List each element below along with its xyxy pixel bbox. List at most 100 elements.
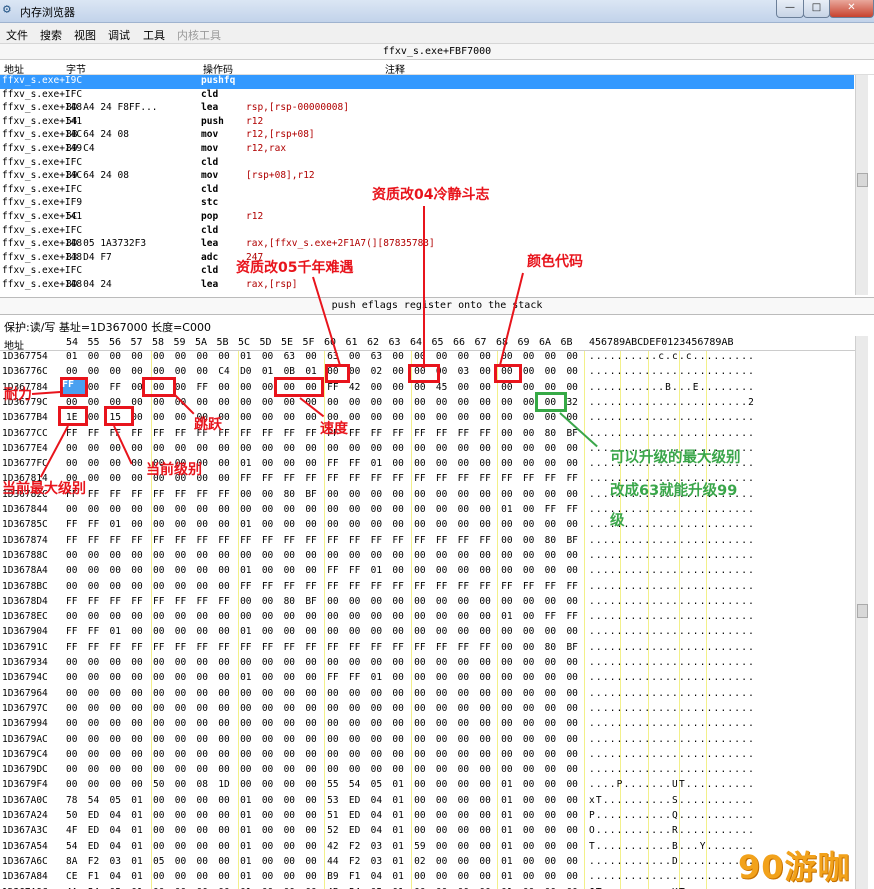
hex-row-bytes[interactable]: 00 00 00 00 00 00 00 00 00 00 00 00 00 0… [66, 688, 578, 699]
hex-row-bytes[interactable]: 00 00 00 00 00 00 00 00 01 00 00 00 FF F… [66, 565, 578, 576]
header-bytes[interactable]: 字节 [66, 61, 86, 76]
hex-row-bytes[interactable]: 00 00 00 00 50 00 08 1D 00 00 00 00 55 5… [66, 779, 578, 790]
hex-row-ascii[interactable]: ........................ [589, 734, 755, 745]
hex-row-ascii[interactable]: ...........B...E........ [589, 382, 755, 393]
hex-row-bytes[interactable]: FF FF FF FF FF FF FF FF 00 00 80 BF 00 0… [66, 489, 578, 500]
hex-row-ascii[interactable]: T...........B...Y....... [589, 841, 755, 852]
hex-row[interactable]: 1D3679AC 00 00 00 00 00 00 00 00 00 00 00… [0, 734, 862, 749]
hex-row[interactable]: 1D367964 00 00 00 00 00 00 00 00 00 00 00… [0, 688, 862, 703]
hex-row-ascii[interactable]: ........................ [589, 642, 755, 653]
hex-row[interactable]: 1D367934 00 00 00 00 00 00 00 00 00 00 00… [0, 657, 862, 672]
hex-row-bytes[interactable]: FF FF 01 00 00 00 00 00 01 00 00 00 00 0… [66, 519, 578, 530]
close-button[interactable]: ✕ [829, 0, 874, 18]
hex-row-bytes[interactable]: 00 00 00 00 00 00 00 00 00 00 00 00 00 0… [66, 611, 578, 622]
hex-row-ascii[interactable]: ........................ [589, 688, 755, 699]
hex-row-ascii[interactable]: ........................ [589, 535, 755, 546]
hex-row-ascii[interactable]: ............D........... [589, 856, 755, 867]
hex-row-bytes[interactable]: 00 00 00 00 00 00 00 00 FF FF FF FF FF F… [66, 581, 578, 592]
hex-row[interactable]: 1D367784 00 00 FF 00 00 00 FF 00 00 00 00… [0, 382, 862, 397]
hex-row-bytes[interactable]: FF FF FF FF FF FF FF FF FF FF FF FF FF F… [66, 642, 578, 653]
hex-row[interactable]: 1D3677CC FF FF FF FF FF FF FF FF FF FF FF… [0, 428, 862, 443]
hex-row-ascii[interactable]: ........................ [589, 703, 755, 714]
hex-row[interactable]: 1D367994 00 00 00 00 00 00 00 00 00 00 00… [0, 718, 862, 733]
disassembly-row[interactable]: ffxv_s.exe+I4C 8B 64 24 08 mov r12,[rsp+08] [0, 129, 854, 143]
hex-row-ascii[interactable]: ........................ [589, 366, 755, 377]
hex-row-ascii[interactable]: ....P.......UT.......... [589, 779, 755, 790]
hex-row-bytes[interactable]: 4F ED 04 01 00 00 00 00 01 00 00 00 52 E… [66, 825, 578, 836]
disassembler-scrollbar[interactable] [855, 75, 868, 295]
hex-row[interactable]: 1D367A6C 8A F2 03 01 05 00 00 00 01 00 00… [0, 856, 862, 871]
disassembly-row[interactable]: ffxv_s.exe+IFC cld [0, 89, 854, 103]
hex-row[interactable]: 1D367844 00 00 00 00 00 00 00 00 00 00 00… [0, 504, 862, 519]
hex-row-bytes[interactable]: 00 00 00 00 00 00 00 00 01 00 00 00 FF F… [66, 458, 578, 469]
hex-row-ascii[interactable]: ........................ [589, 672, 755, 683]
disassembly-row[interactable]: ffxv_s.exe+I41 5C pop r12 [0, 211, 854, 225]
menu-debug[interactable]: 调试 [108, 27, 130, 43]
menu-view[interactable]: 视图 [74, 27, 96, 43]
header-comment[interactable]: 注释 [385, 61, 405, 76]
hex-row[interactable]: 1D3679F4 00 00 00 00 50 00 08 1D 00 00 00… [0, 779, 862, 794]
disassembly-row[interactable]: ffxv_s.exe+IFC cld [0, 225, 854, 239]
minimize-button[interactable]: — [776, 0, 804, 18]
hex-row[interactable]: 1D36794C 00 00 00 00 00 00 00 00 01 00 00… [0, 672, 862, 687]
hex-row-bytes[interactable]: 00 00 00 00 00 00 00 00 00 00 00 00 00 0… [66, 397, 578, 408]
hex-row-bytes[interactable]: 00 00 00 00 00 00 00 00 00 00 00 00 00 0… [66, 734, 578, 745]
hex-row-bytes[interactable]: 00 00 00 00 00 00 00 00 FF FF FF FF FF F… [66, 473, 578, 484]
hex-row-ascii[interactable]: ........................ [589, 871, 755, 882]
hex-row-ascii[interactable]: ........................ [589, 626, 755, 637]
hex-row-bytes[interactable]: 00 00 00 00 00 00 00 00 01 00 00 00 FF F… [66, 672, 578, 683]
hex-row-ascii[interactable]: ........................ [589, 581, 755, 592]
hex-row[interactable]: 1D3678EC 00 00 00 00 00 00 00 00 00 00 00… [0, 611, 862, 626]
disassembly-row[interactable]: ffxv_s.exe+I41 54 push r12 [0, 116, 854, 130]
disassembly-row[interactable]: ffxv_s.exe+I4C 89 64 24 08 mov [rsp+08],r12 [0, 170, 854, 184]
disassembly-row[interactable]: ffxv_s.exe+IFC cld [0, 265, 854, 279]
disassembly-row[interactable]: ffxv_s.exe+I49 89 C4 mov r12,rax [0, 143, 854, 157]
disassembly-row[interactable]: ffxv_s.exe+IFC cld [0, 157, 854, 171]
hex-row[interactable]: 1D3679DC 00 00 00 00 00 00 00 00 00 00 00… [0, 764, 862, 779]
hex-row[interactable]: 1D367874 FF FF FF FF FF FF FF FF FF FF FF… [0, 535, 862, 550]
hex-row-ascii[interactable]: P...........Q........... [589, 810, 755, 821]
hex-row-bytes[interactable]: 00 00 00 00 00 00 00 00 00 00 00 00 00 0… [66, 657, 578, 668]
hex-row-ascii[interactable]: ........................ [589, 596, 755, 607]
disassembly-row[interactable]: ffxv_s.exe+I48 8D 04 24 lea rax,[rsp] [0, 279, 854, 293]
hex-row-ascii[interactable]: ........................ [589, 611, 755, 622]
hex-row-ascii[interactable]: .......................2 [589, 397, 755, 408]
disassembly-row[interactable]: ffxv_s.exe+I48 8D A4 24 F8FF... lea rsp,[rs… [0, 102, 854, 116]
hex-row[interactable]: 1D3678D4 FF FF FF FF FF FF FF FF 00 00 80… [0, 596, 862, 611]
hex-row[interactable]: 1D36788C 00 00 00 00 00 00 00 00 00 00 00… [0, 550, 862, 565]
hex-row-ascii[interactable]: ........................ [589, 428, 755, 439]
hex-row-ascii[interactable]: O...........R........... [589, 825, 755, 836]
hex-row-bytes[interactable]: 00 00 00 00 00 00 00 00 00 00 00 00 00 0… [66, 718, 578, 729]
hex-row-ascii[interactable]: ........................ [589, 565, 755, 576]
hex-scrollbar[interactable] [855, 336, 868, 889]
disassembly-row[interactable]: ffxv_s.exe+I48 83 D4 F7 adc 247 [0, 252, 854, 266]
menu-kernel-tools[interactable]: 内核工具 [177, 27, 221, 43]
hex-row-bytes[interactable]: 00 00 00 00 00 00 00 00 00 00 00 00 00 0… [66, 504, 578, 515]
hex-row-ascii[interactable]: ........................ [589, 412, 755, 423]
hex-row[interactable]: 1D3678A4 00 00 00 00 00 00 00 00 01 00 00… [0, 565, 862, 580]
hex-row[interactable]: 1D3679C4 00 00 00 00 00 00 00 00 00 00 00… [0, 749, 862, 764]
header-opcode[interactable]: 操作码 [203, 61, 233, 76]
hex-row[interactable]: 1D36791C FF FF FF FF FF FF FF FF FF FF FF… [0, 642, 862, 657]
hex-row[interactable]: 1D36785C FF FF 01 00 00 00 00 00 01 00 00… [0, 519, 862, 534]
hex-row[interactable]: 1D367A84 CE F1 04 01 00 00 00 00 01 00 00… [0, 871, 862, 886]
menu-file[interactable]: 文件 [6, 27, 28, 43]
hex-row-ascii[interactable]: xT..........S........... [589, 795, 755, 806]
hex-row-bytes[interactable]: 78 54 05 01 00 00 00 00 01 00 00 00 53 E… [66, 795, 578, 806]
hex-row[interactable]: 1D367904 FF FF 01 00 00 00 00 00 01 00 00… [0, 626, 862, 641]
hex-row-ascii[interactable]: ........................ [589, 718, 755, 729]
disassembler-scroll-thumb[interactable] [857, 173, 868, 187]
hex-row[interactable]: 1D3678BC 00 00 00 00 00 00 00 00 FF FF FF… [0, 581, 862, 596]
hex-row-bytes[interactable]: 00 00 00 00 00 00 00 00 00 00 00 00 00 0… [66, 749, 578, 760]
hex-row-bytes[interactable]: FF FF FF FF FF FF FF FF FF FF FF FF FF F… [66, 535, 578, 546]
hex-row[interactable]: 1D367A0C 78 54 05 01 00 00 00 00 01 00 00… [0, 795, 862, 810]
disassembly-row[interactable]: ffxv_s.exe+I48 8D 05 1A3732F3 lea rax,[ffxv… [0, 238, 854, 252]
hex-row-ascii[interactable]: ........................ [589, 749, 755, 760]
hex-row-ascii[interactable]: ........................ [589, 657, 755, 668]
hex-row-bytes[interactable]: 54 ED 04 01 00 00 00 00 01 00 00 00 42 F… [66, 841, 578, 852]
hex-row-bytes[interactable]: 00 00 00 00 00 00 00 00 00 00 00 00 00 0… [66, 703, 578, 714]
hex-row-bytes[interactable]: 00 00 00 00 00 00 00 00 00 00 00 00 00 0… [66, 550, 578, 561]
hex-row-ascii[interactable]: ..........c.c.c......... [589, 351, 755, 362]
header-address[interactable]: 地址 [4, 61, 24, 76]
hex-row-bytes[interactable]: 50 ED 04 01 00 00 00 00 01 00 00 00 51 E… [66, 810, 578, 821]
